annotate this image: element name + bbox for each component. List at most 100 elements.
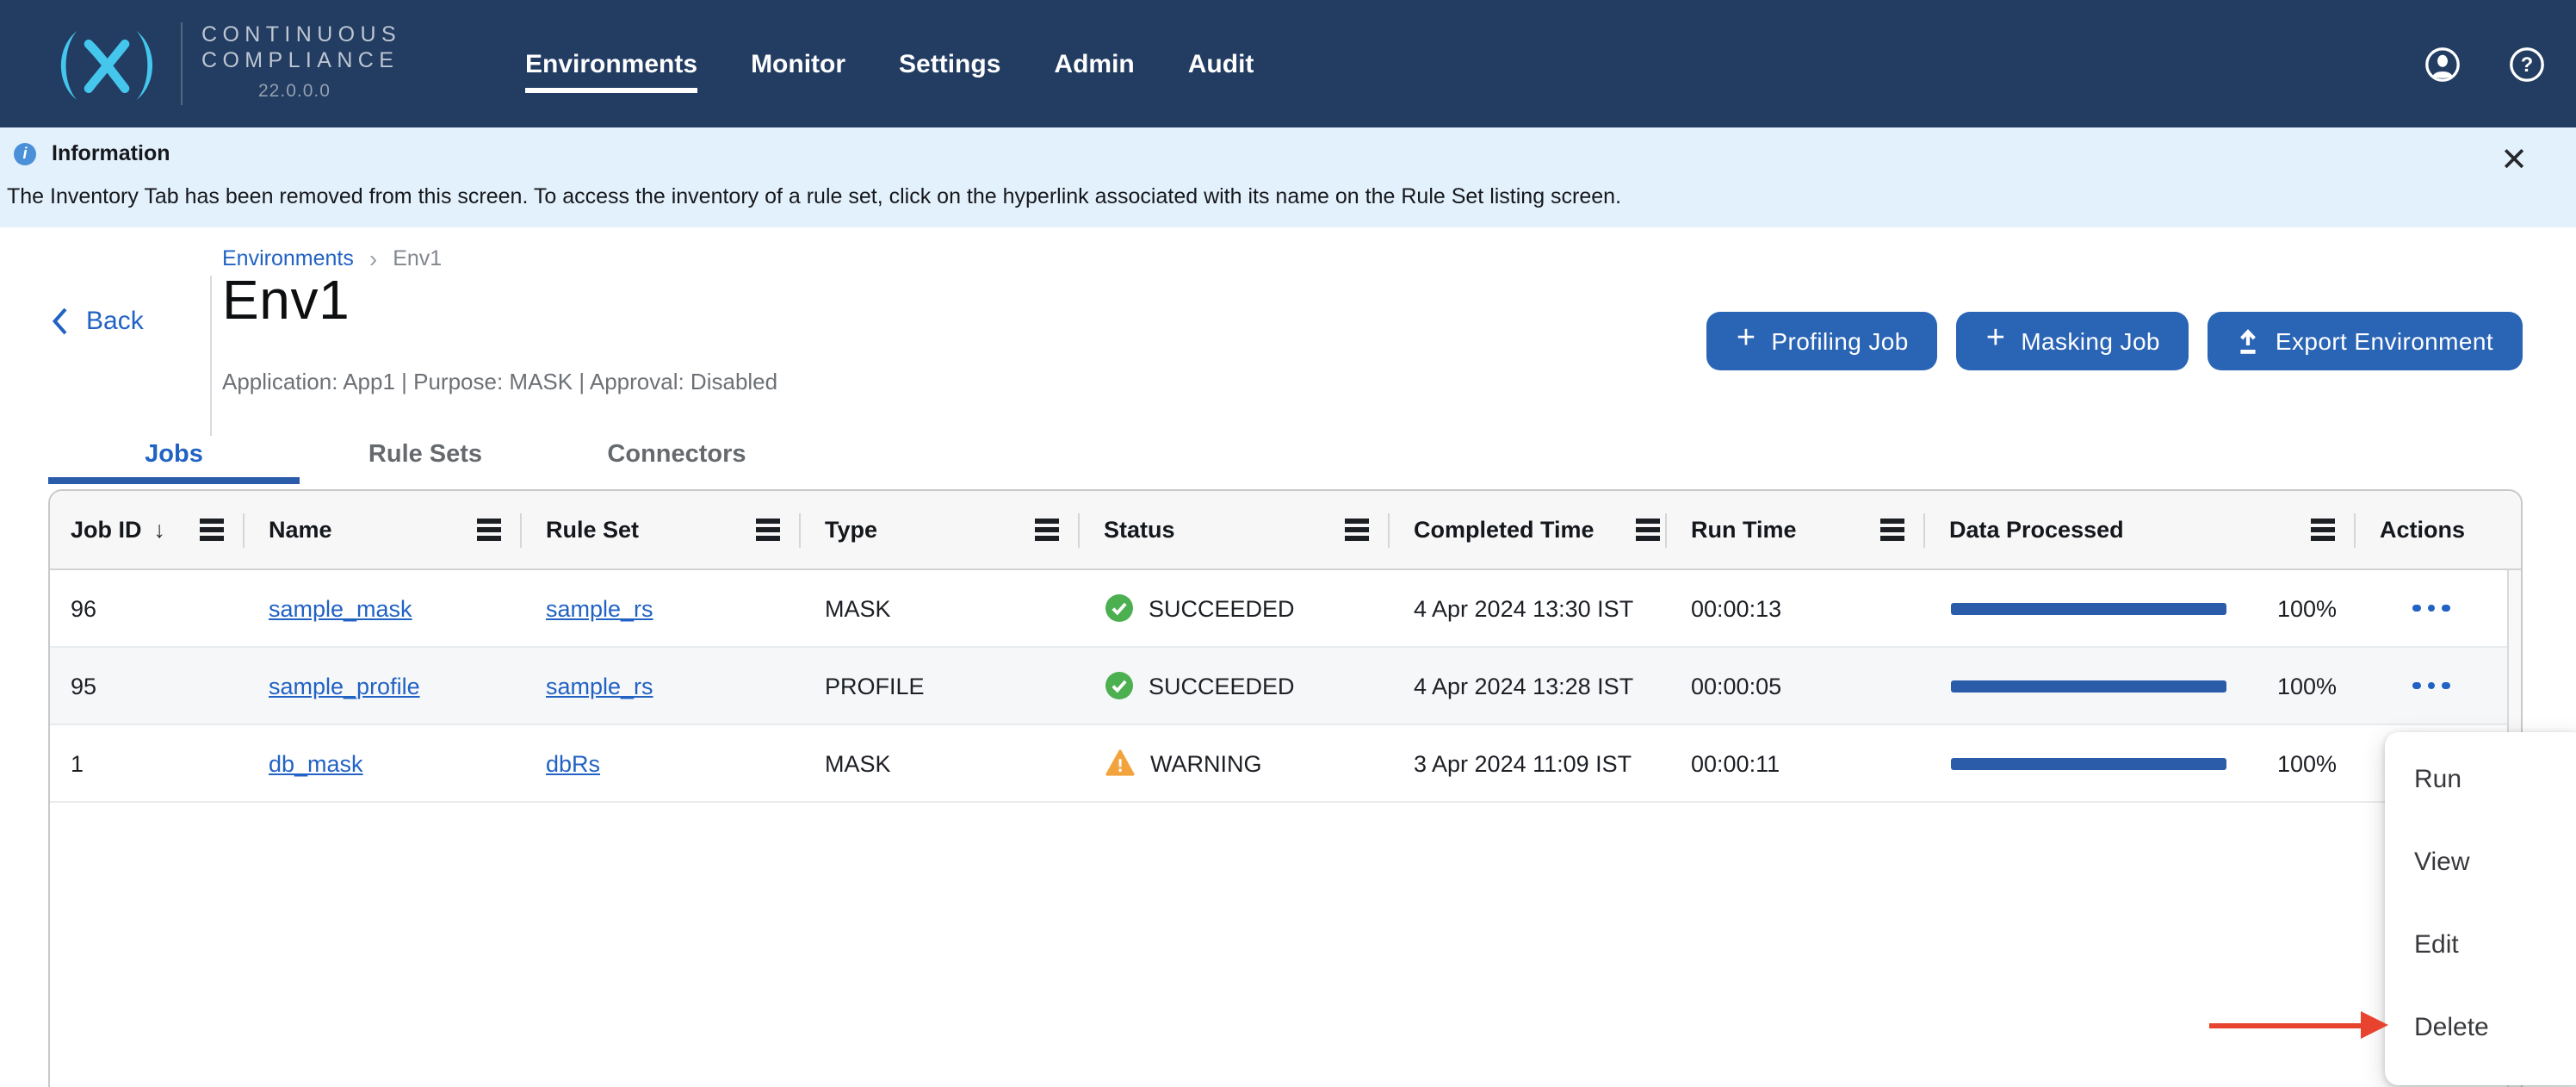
jobs-table: Job ID ↓ Name Rule Set Type Status Co: [48, 489, 2523, 1087]
job-type-cell: MASK: [801, 570, 1080, 646]
continuous-compliance-logo-icon: [50, 28, 164, 103]
column-header-run-time[interactable]: Run Time: [1667, 491, 1925, 568]
table-row-job-96: 96 sample_mask sample_rs MASK SUCCEEDED …: [50, 570, 2507, 648]
header-icons: ?: [2424, 0, 2545, 127]
menu-item-edit[interactable]: Edit: [2385, 903, 2576, 985]
nav-item-environments[interactable]: Environments: [525, 0, 697, 127]
progress-bar: [1951, 680, 2226, 692]
column-menu-icon[interactable]: [1880, 519, 1904, 540]
status-cell: WARNING: [1080, 725, 1390, 801]
column-header-job-id[interactable]: Job ID ↓: [50, 491, 245, 568]
chevron-left-icon: [52, 307, 69, 336]
brand-line2: COMPLIANCE: [201, 49, 401, 76]
banner-title: Information: [52, 141, 170, 165]
data-processed-cell: 100%: [1925, 570, 2356, 646]
page-actions: + Profiling Job + Masking Job Export Env…: [1707, 312, 2523, 370]
row-actions-menu-icon[interactable]: [2410, 671, 2454, 700]
column-menu-icon[interactable]: [1636, 519, 1660, 540]
brand-divider: [181, 22, 183, 105]
column-menu-icon[interactable]: [756, 519, 780, 540]
breadcrumb-environments-link[interactable]: Environments: [222, 246, 354, 270]
export-environment-button[interactable]: Export Environment: [2208, 312, 2523, 370]
app-header: CONTINUOUS COMPLIANCE 22.0.0.0 Environme…: [0, 0, 2576, 127]
plus-icon: +: [1737, 320, 1756, 358]
brand-line1: CONTINUOUS: [201, 22, 401, 49]
job-name-link[interactable]: sample_mask: [269, 595, 412, 621]
sort-descending-icon: ↓: [154, 517, 166, 543]
rule-set-link[interactable]: sample_rs: [546, 673, 653, 699]
row-actions-context-menu: Run View Edit Delete: [2385, 732, 2576, 1085]
title-divider: [210, 276, 212, 436]
page-subtitle: Application: App1 | Purpose: MASK | Appr…: [222, 369, 777, 394]
breadcrumb-current: Env1: [393, 246, 442, 270]
column-menu-icon[interactable]: [2311, 519, 2335, 540]
rule-set-link[interactable]: dbRs: [546, 750, 600, 776]
column-menu-icon[interactable]: [1345, 519, 1369, 540]
info-banner: i Information The Inventory Tab has been…: [0, 127, 2576, 227]
status-text: SUCCEEDED: [1149, 595, 1295, 621]
warning-icon: [1105, 749, 1135, 777]
status-text: WARNING: [1150, 750, 1262, 776]
tab-jobs[interactable]: Jobs: [48, 425, 300, 482]
column-header-status[interactable]: Status: [1080, 491, 1390, 568]
nav-item-settings[interactable]: Settings: [899, 0, 1000, 127]
table-body: 96 sample_mask sample_rs MASK SUCCEEDED …: [50, 570, 2521, 1087]
brand-name: CONTINUOUS COMPLIANCE 22.0.0.0: [201, 22, 401, 106]
tab-rule-sets[interactable]: Rule Sets: [300, 425, 551, 482]
column-menu-icon[interactable]: [477, 519, 501, 540]
progress-percent: 100%: [2277, 750, 2337, 776]
column-header-actions: Actions: [2356, 491, 2507, 568]
job-name-link[interactable]: db_mask: [269, 750, 363, 776]
data-processed-cell: 100%: [1925, 648, 2356, 724]
progress-bar: [1951, 602, 2226, 614]
nav-item-admin[interactable]: Admin: [1054, 0, 1134, 127]
export-icon: [2238, 328, 2260, 354]
column-menu-icon[interactable]: [200, 519, 224, 540]
menu-item-view[interactable]: View: [2385, 820, 2576, 903]
job-id-cell: 1: [50, 725, 245, 801]
column-header-type[interactable]: Type: [801, 491, 1080, 568]
success-icon: [1105, 594, 1133, 622]
close-icon[interactable]: ✕: [2490, 134, 2538, 188]
column-header-completed-time[interactable]: Completed Time: [1390, 491, 1667, 568]
plus-icon: +: [1986, 320, 2006, 358]
detail-tabs: Jobs Rule Sets Connectors: [48, 425, 802, 482]
completed-time-cell: 4 Apr 2024 13:30 IST: [1390, 570, 1667, 646]
annotation-arrow-line: [2209, 1022, 2362, 1028]
back-button[interactable]: Back: [52, 307, 144, 336]
masking-job-button[interactable]: + Masking Job: [1957, 312, 2189, 370]
menu-item-run[interactable]: Run: [2385, 737, 2576, 820]
status-text: SUCCEEDED: [1149, 673, 1295, 699]
job-name-link[interactable]: sample_profile: [269, 673, 420, 699]
run-time-cell: 00:00:13: [1667, 570, 1925, 646]
table-row-job-1: 1 db_mask dbRs MASK WARNING 3 Apr 2024 1…: [50, 725, 2507, 803]
svg-text:?: ?: [2521, 53, 2533, 76]
job-type-cell: MASK: [801, 725, 1080, 801]
job-id-cell: 95: [50, 648, 245, 724]
table-row-job-95: 95 sample_profile sample_rs PROFILE SUCC…: [50, 648, 2507, 725]
account-icon[interactable]: [2424, 46, 2461, 82]
column-menu-icon[interactable]: [1035, 519, 1059, 540]
completed-time-cell: 4 Apr 2024 13:28 IST: [1390, 648, 1667, 724]
app-version: 22.0.0.0: [258, 79, 401, 106]
tab-connectors[interactable]: Connectors: [551, 425, 802, 482]
table-header-row: Job ID ↓ Name Rule Set Type Status Co: [50, 491, 2521, 570]
profiling-job-button[interactable]: + Profiling Job: [1707, 312, 1938, 370]
column-header-data-processed[interactable]: Data Processed: [1925, 491, 2356, 568]
info-icon: i: [14, 142, 36, 165]
brand: CONTINUOUS COMPLIANCE 22.0.0.0: [50, 0, 401, 127]
completed-time-cell: 3 Apr 2024 11:09 IST: [1390, 725, 1667, 801]
help-icon[interactable]: ?: [2509, 46, 2545, 82]
row-actions-menu-icon[interactable]: [2410, 593, 2454, 623]
nav-item-monitor[interactable]: Monitor: [751, 0, 845, 127]
menu-item-delete[interactable]: Delete: [2385, 985, 2576, 1068]
rule-set-link[interactable]: sample_rs: [546, 595, 653, 621]
progress-percent: 100%: [2277, 673, 2337, 699]
banner-message: The Inventory Tab has been removed from …: [7, 184, 1621, 208]
page-title: Env1: [222, 269, 350, 332]
column-header-name[interactable]: Name: [245, 491, 522, 568]
status-cell: SUCCEEDED: [1080, 648, 1390, 724]
run-time-cell: 00:00:05: [1667, 648, 1925, 724]
column-header-rule-set[interactable]: Rule Set: [522, 491, 801, 568]
nav-item-audit[interactable]: Audit: [1188, 0, 1254, 127]
